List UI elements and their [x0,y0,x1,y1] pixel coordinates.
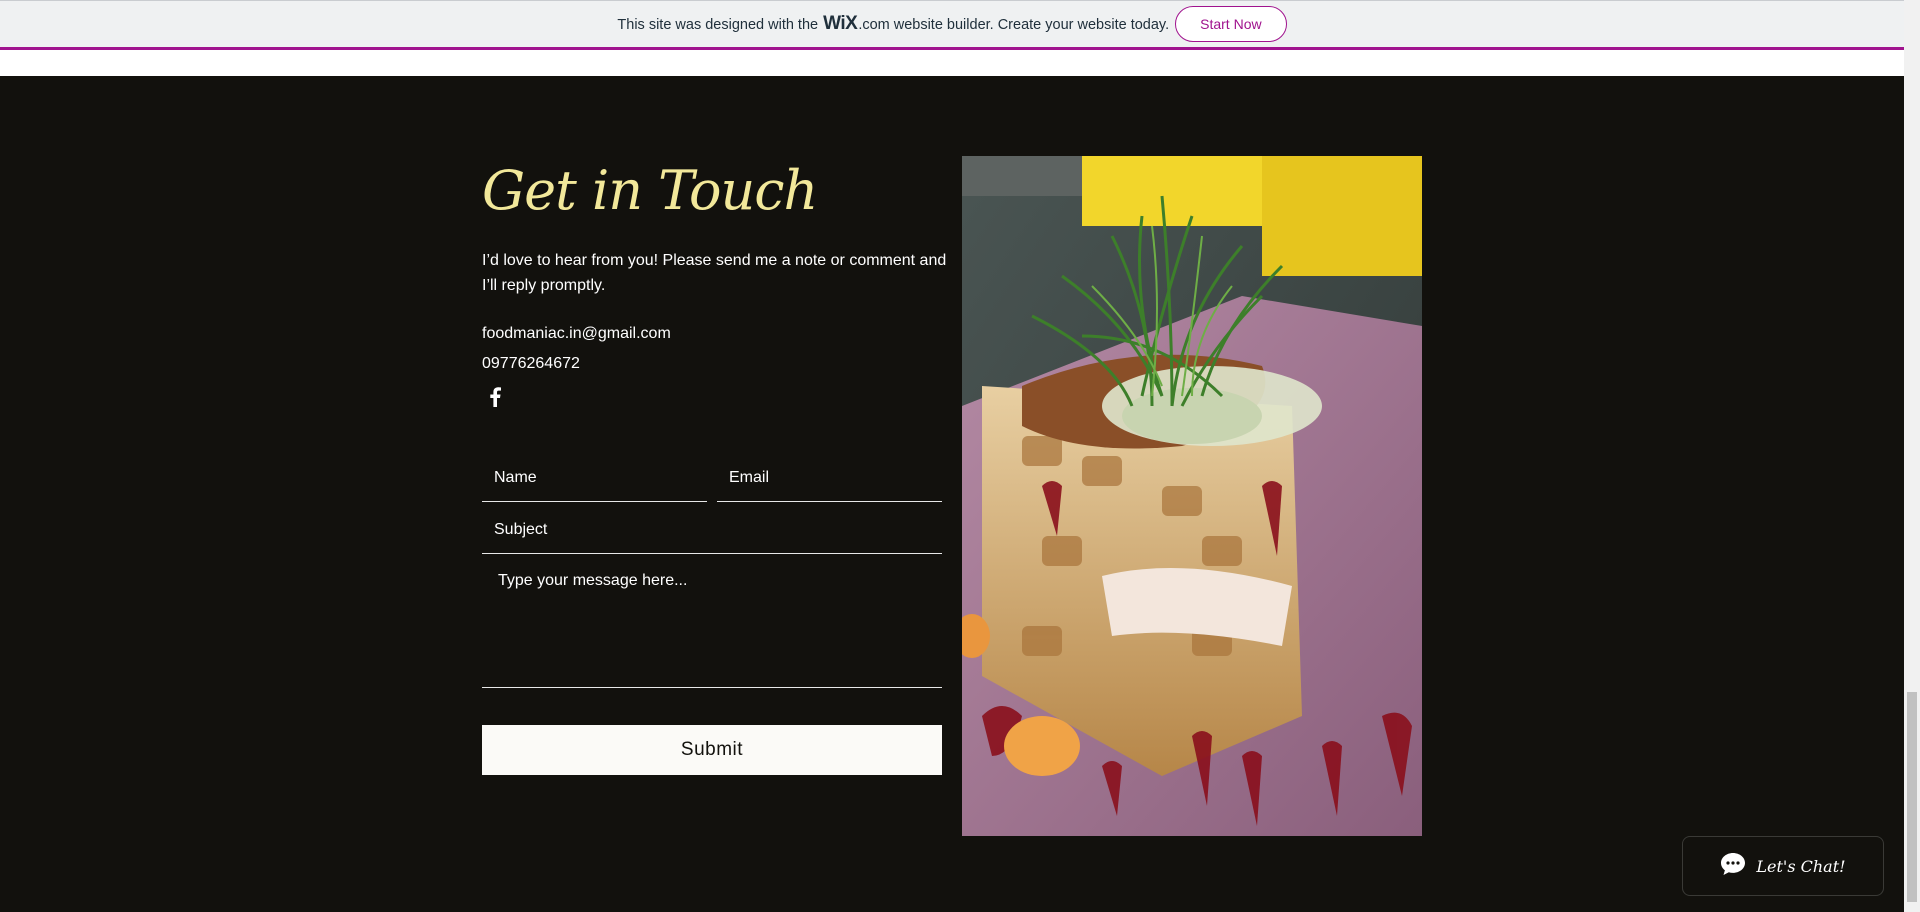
contact-phone: 09776264672 [482,355,580,372]
contact-intro: I’d love to hear from you! Please send m… [482,252,947,294]
page-title: Get in Touch [482,159,818,222]
contact-section: Get in Touch I’d love to hear from you! … [0,76,1904,912]
scrollbar-thumb[interactable] [1907,692,1917,902]
chat-label: Let's Chat! [1756,856,1846,876]
chat-bubble-icon [1720,852,1746,881]
food-photo [962,156,1422,836]
wix-banner: This site was designed with the WiX .com … [0,0,1904,50]
wix-logo: WiX [823,13,858,34]
facebook-icon[interactable] [486,387,504,407]
banner-text-before: This site was designed with the [617,17,819,33]
start-now-button[interactable]: Start Now [1175,6,1287,42]
chat-widget[interactable]: Let's Chat! [1682,836,1884,896]
submit-button[interactable]: Submit [482,725,942,775]
subject-field[interactable] [482,507,942,554]
email-field[interactable] [717,454,942,502]
header-strip [0,53,1904,76]
message-field[interactable] [482,562,942,688]
name-field[interactable] [482,454,707,502]
banner-message: This site was designed with the WiX .com … [617,13,1169,35]
wix-logo-suffix: .com [858,17,890,33]
banner-text-after: website builder. Create your website tod… [893,17,1170,33]
contact-email[interactable]: foodmaniac.in@gmail.com [482,325,671,343]
